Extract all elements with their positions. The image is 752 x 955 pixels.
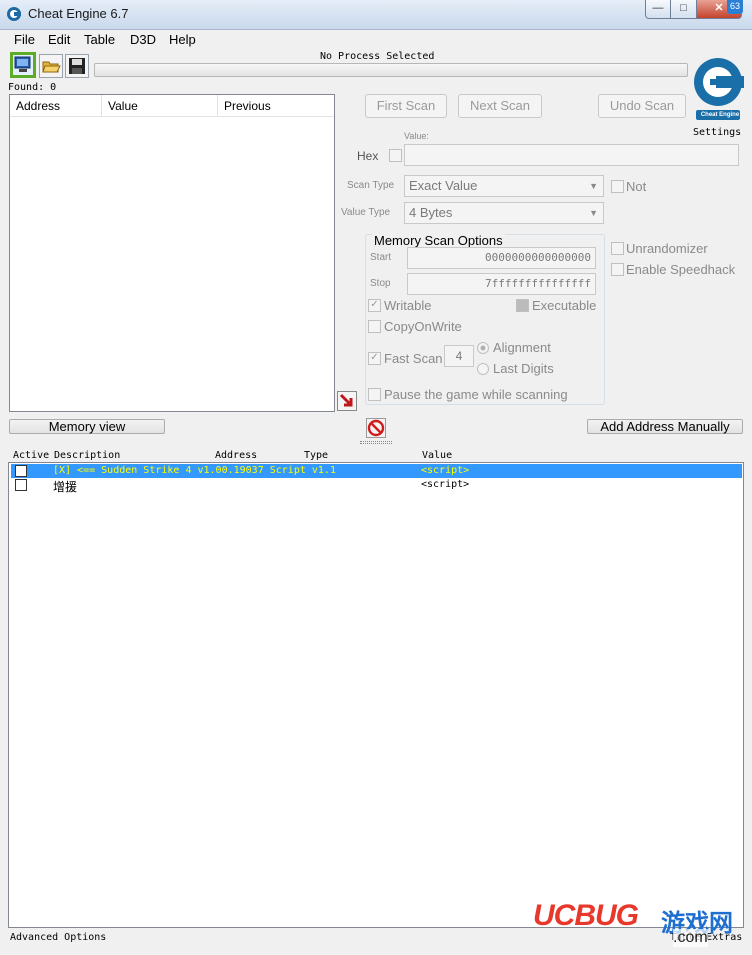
value-input[interactable] [404, 144, 739, 166]
value-type-select[interactable]: 4 Bytes ▼ [404, 202, 604, 224]
menu-d3d[interactable]: D3D [130, 32, 156, 47]
found-count: Found: 0 [8, 82, 57, 93]
folder-open-icon [42, 61, 61, 73]
process-label: No Process Selected [320, 51, 435, 62]
hex-checkbox[interactable] [389, 149, 402, 162]
clear-list-button[interactable] [366, 418, 386, 438]
scan-results-list[interactable]: Address Value Previous [9, 94, 335, 412]
open-process-button[interactable] [10, 52, 36, 78]
alignment-radio[interactable] [477, 342, 489, 354]
value-type-label: Value Type [341, 207, 391, 218]
chevron-down-icon: ▼ [589, 208, 598, 218]
row-value: <script> [421, 479, 470, 490]
settings-label[interactable]: Settings [693, 127, 741, 138]
value-type-value: 4 Bytes [409, 205, 453, 220]
executable-label: Executable [532, 298, 597, 313]
advanced-options-link[interactable]: Advanced Options [10, 932, 106, 943]
scan-type-value: Exact Value [409, 178, 478, 193]
memory-view-button[interactable]: Memory view [9, 419, 165, 434]
memory-scan-options-title: Memory Scan Options [372, 233, 505, 248]
panel-splitter[interactable] [360, 441, 392, 444]
speedhack-label: Enable Speedhack [626, 262, 736, 277]
column-previous[interactable]: Previous [224, 99, 271, 113]
row-description: [X] <== Sudden Strike 4 v1.00.19037 Scri… [53, 465, 336, 476]
no-entry-icon [367, 419, 385, 437]
column-type[interactable]: Type [304, 450, 328, 461]
first-scan-button[interactable]: First Scan [365, 94, 447, 118]
open-file-button[interactable] [39, 54, 63, 78]
add-to-list-button[interactable] [337, 391, 357, 411]
column-value[interactable]: Value [108, 99, 138, 113]
save-button[interactable] [65, 54, 89, 78]
column-separator [217, 95, 218, 117]
unrandomizer-checkbox[interactable] [611, 242, 624, 255]
ucbug-watermark: UCBUG 游戏网 .com [533, 897, 743, 947]
cheat-engine-icon [7, 7, 21, 21]
not-label: Not [626, 179, 647, 194]
unrandomizer-label: Unrandomizer [626, 241, 708, 256]
active-checkbox[interactable] [15, 465, 27, 477]
fast-scan-alignment-input[interactable]: 4 [444, 345, 474, 367]
watermark-brand: UCBUG [533, 899, 639, 932]
floppy-disk-icon [69, 58, 85, 74]
pause-game-checkbox[interactable] [368, 388, 381, 401]
last-digits-radio[interactable] [477, 363, 489, 375]
computer-icon [14, 56, 31, 72]
column-active[interactable]: Active [13, 450, 49, 461]
copy-on-write-label: CopyOnWrite [384, 319, 462, 334]
not-checkbox[interactable] [611, 180, 624, 193]
logo-text: Cheat Engine [700, 112, 740, 118]
column-description[interactable]: Description [54, 450, 120, 461]
speedhack-checkbox[interactable] [611, 263, 624, 276]
last-digits-label: Last Digits [493, 361, 554, 376]
stop-label: Stop [370, 278, 391, 289]
menu-bar [8, 30, 744, 50]
stop-address-input[interactable]: 7fffffffffffffff [407, 273, 596, 295]
scan-type-select[interactable]: Exact Value ▼ [404, 175, 604, 197]
watermark-com: .com [673, 929, 708, 947]
next-scan-button[interactable]: Next Scan [458, 94, 542, 118]
cheat-table-list[interactable]: [X] <== Sudden Strike 4 v1.00.19037 Scri… [8, 462, 744, 928]
scan-progress-bar [94, 63, 688, 77]
column-address[interactable]: Address [215, 450, 257, 461]
row-value: <script> [421, 465, 470, 476]
pause-game-label: Pause the game while scanning [384, 387, 568, 402]
chevron-down-icon: ▼ [589, 181, 598, 191]
menu-table[interactable]: Table [84, 32, 115, 47]
table-row[interactable]: [X] <== Sudden Strike 4 v1.00.19037 Scri… [11, 464, 742, 478]
start-address-input[interactable]: 0000000000000000 [407, 247, 596, 269]
results-header: Address Value Previous [10, 95, 334, 117]
window-title: Cheat Engine 6.7 [28, 6, 129, 21]
menu-help[interactable]: Help [169, 32, 196, 47]
value-label: Value: [404, 131, 429, 141]
add-address-manually-button[interactable]: Add Address Manually [587, 419, 743, 434]
active-checkbox[interactable] [15, 479, 27, 491]
menu-edit[interactable]: Edit [48, 32, 70, 47]
row-description: 增援 [53, 480, 78, 494]
undo-scan-button[interactable]: Undo Scan [598, 94, 686, 118]
maximize-button[interactable]: □ [670, 0, 697, 19]
table-row[interactable]: 增援 <script> [11, 478, 742, 494]
column-value[interactable]: Value [422, 450, 452, 461]
corner-badge: 63 [727, 0, 743, 14]
minimize-button[interactable]: — [645, 0, 671, 19]
writable-label: Writable [384, 298, 432, 313]
alignment-label: Alignment [493, 340, 551, 355]
writable-checkbox[interactable]: ✓ [368, 299, 381, 312]
menu-file[interactable]: File [14, 32, 35, 47]
scan-type-label: Scan Type [347, 180, 395, 191]
column-separator [101, 95, 102, 117]
red-arrow-icon [339, 393, 353, 407]
fast-scan-checkbox[interactable]: ✓ [368, 352, 381, 365]
column-address[interactable]: Address [16, 99, 60, 113]
executable-checkbox[interactable] [516, 299, 529, 312]
start-label: Start [370, 252, 392, 263]
fast-scan-label: Fast Scan [384, 351, 443, 366]
hex-label: Hex [357, 149, 379, 163]
copy-on-write-checkbox[interactable] [368, 320, 381, 333]
